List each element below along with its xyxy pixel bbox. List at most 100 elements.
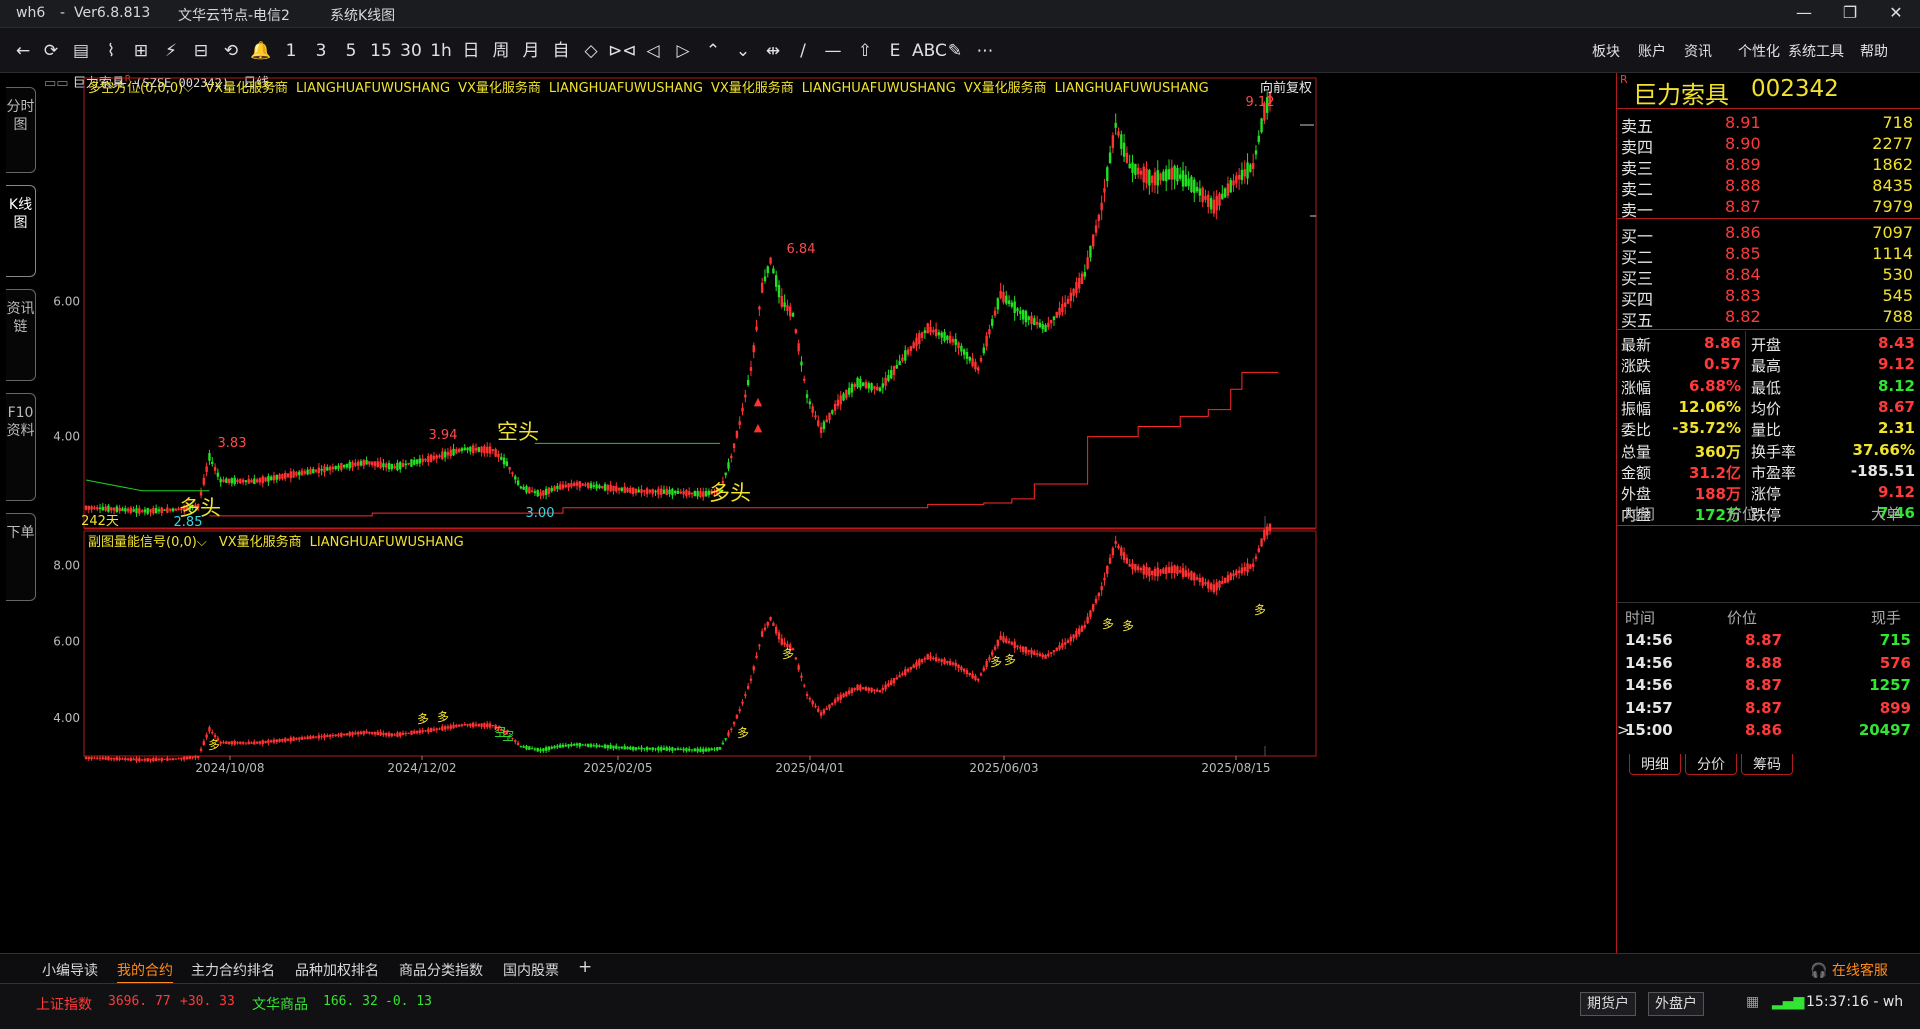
app-name: wh6 xyxy=(16,5,46,21)
tab-main-contract-rank[interactable]: 主力合约排名 xyxy=(191,960,275,980)
candle-body xyxy=(948,335,952,343)
panel-tab-chips[interactable]: 筹码 xyxy=(1741,754,1793,775)
menu-3[interactable]: 个性化 xyxy=(1738,41,1780,61)
cycle-icon[interactable]: ⟲ xyxy=(218,39,244,63)
sub-candle-body xyxy=(814,705,817,707)
p30-icon[interactable]: 30 xyxy=(398,39,424,63)
tab-f10[interactable]: F10资料 xyxy=(6,393,36,501)
prev-icon[interactable]: ◁ xyxy=(640,39,666,63)
p3-icon[interactable]: 3 xyxy=(308,39,334,63)
sub-candle-body xyxy=(1106,566,1109,574)
adjust-mode[interactable]: 向前复权 xyxy=(1260,77,1312,96)
restore-button[interactable]: ❐ xyxy=(1830,3,1870,22)
menu-5[interactable]: 帮助 xyxy=(1860,41,1888,61)
range-icon[interactable]: ⇹ xyxy=(760,39,786,63)
refresh-icon[interactable]: ⟳ xyxy=(38,39,64,63)
candle-body xyxy=(1061,303,1064,313)
close-button[interactable]: ✕ xyxy=(1876,3,1916,22)
diamond-icon[interactable]: ◇ xyxy=(578,39,604,63)
long-signal-marker: 多 xyxy=(737,726,749,740)
back-icon[interactable]: ← xyxy=(10,39,36,63)
sub-candle-body xyxy=(887,683,890,687)
list-icon[interactable]: ▤ xyxy=(68,39,94,63)
candle-body xyxy=(918,333,921,345)
p5-icon[interactable]: 5 xyxy=(338,39,364,63)
month-icon[interactable]: 月 xyxy=(518,39,544,63)
custom-icon[interactable]: 自 xyxy=(548,39,574,63)
bar-icon[interactable]: ⊞ xyxy=(128,39,154,63)
tab-my-contracts[interactable]: 我的合约 xyxy=(117,960,173,984)
grid-icon[interactable]: ▦ xyxy=(1746,994,1759,1010)
layout-icon[interactable]: ⊟ xyxy=(188,39,214,63)
more-icon[interactable]: ⋯ xyxy=(972,39,998,63)
minimize-button[interactable]: — xyxy=(1784,3,1824,22)
candle-body xyxy=(943,332,946,341)
candle-body xyxy=(491,449,495,452)
futures-account-button[interactable]: 期货户 xyxy=(1580,992,1636,1016)
trend-icon[interactable]: ⌇ xyxy=(98,39,124,63)
sub-candle-body xyxy=(648,747,652,750)
line-icon[interactable]: / xyxy=(790,39,816,63)
arrow-up-icon[interactable]: ⇧ xyxy=(852,39,878,63)
candle-body xyxy=(1145,168,1148,184)
kline-chart[interactable]: ▭▭ 巨力索具R (SZSE 002342) 日线⌵ 6.00 4.00 8.00 6… xyxy=(38,73,1616,953)
split-icon[interactable]: ⊳⊲ xyxy=(608,39,637,63)
p15-icon[interactable]: 15 xyxy=(368,39,394,63)
candle-body xyxy=(516,480,520,485)
tab-news-chain[interactable]: 资讯链 xyxy=(6,289,36,381)
sub-candle-body xyxy=(1117,545,1120,549)
foreign-account-button[interactable]: 外盘户 xyxy=(1648,992,1704,1016)
index2-name[interactable]: 文华商品 xyxy=(252,994,308,1014)
tab-timeshare[interactable]: 分时图 xyxy=(6,87,36,173)
candle-body xyxy=(328,466,332,471)
menu-0[interactable]: 板块 xyxy=(1592,41,1620,61)
sub-candle-body xyxy=(1089,610,1092,617)
sub-candle-body xyxy=(328,734,332,737)
sub-candle-body xyxy=(572,744,576,746)
hline-icon[interactable]: — xyxy=(820,39,846,63)
sub-candle-body xyxy=(449,725,452,729)
menu-1[interactable]: 账户 xyxy=(1638,41,1666,61)
panel-tab-detail[interactable]: 明细 xyxy=(1629,754,1681,775)
abc-icon[interactable]: ABC xyxy=(912,39,947,63)
sub-candle-body xyxy=(399,732,402,737)
up-icon[interactable]: ⌃ xyxy=(700,39,726,63)
index1-name[interactable]: 上证指数 xyxy=(36,994,92,1014)
next-icon[interactable]: ▷ xyxy=(670,39,696,63)
tab-editor-guide[interactable]: 小编导读 xyxy=(42,960,98,980)
main-indicator-select[interactable]: 多空方位(0,0,0)⌵ xyxy=(88,81,193,96)
day-icon[interactable]: 日 xyxy=(458,39,484,63)
flash-icon[interactable]: ⚡ xyxy=(158,39,184,63)
p1-icon[interactable]: 1 xyxy=(278,39,304,63)
menu-2[interactable]: 资讯 xyxy=(1684,41,1712,61)
sub-candle-body xyxy=(617,746,621,749)
online-service[interactable]: 🎧 在线客服 xyxy=(1810,960,1888,980)
candle-body xyxy=(525,486,528,493)
p1h-icon[interactable]: 1h xyxy=(428,39,454,63)
candle-body xyxy=(609,484,612,492)
ask-row[interactable]: 卖一 8.87 7979 xyxy=(1617,194,1920,220)
tab-order[interactable]: 下单 xyxy=(6,513,36,601)
candle-body xyxy=(640,489,643,494)
bell-icon[interactable]: 🔔 xyxy=(248,39,274,63)
tab-weighted-rank[interactable]: 品种加权排名 xyxy=(295,960,379,980)
sub-candle-body xyxy=(606,745,610,749)
candle-body xyxy=(469,446,472,452)
candle-body xyxy=(556,485,559,489)
tab-commodity-index[interactable]: 商品分类指数 xyxy=(399,960,483,980)
candle-body xyxy=(598,485,601,489)
pen-icon[interactable]: ✎ xyxy=(942,39,968,63)
bid-row[interactable]: 买五 8.82 788 xyxy=(1617,304,1920,330)
sub-indicator-select[interactable]: 副图量能信号(0,0)⌵ xyxy=(88,535,207,550)
candle-body xyxy=(1111,135,1115,149)
week-icon[interactable]: 周 xyxy=(488,39,514,63)
panel-tab-price-dist[interactable]: 分价 xyxy=(1685,754,1737,775)
menu-4[interactable]: 系统工具 xyxy=(1788,41,1844,61)
e-icon[interactable]: E xyxy=(882,39,908,63)
candle-body xyxy=(688,491,691,495)
tab-domestic-stocks[interactable]: 国内股票 xyxy=(503,960,559,980)
add-tab-button[interactable]: + xyxy=(578,957,592,977)
candle-body xyxy=(331,466,335,470)
tab-kline[interactable]: K线图 xyxy=(6,185,36,277)
down-icon[interactable]: ⌄ xyxy=(730,39,756,63)
